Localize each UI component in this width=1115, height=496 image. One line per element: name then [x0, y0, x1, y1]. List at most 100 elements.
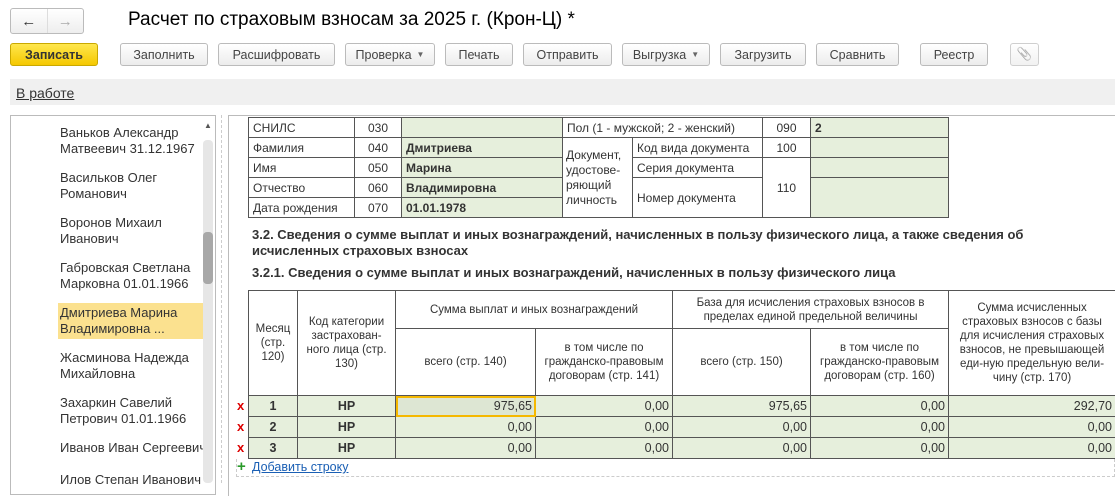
snils-code: 030 — [355, 118, 402, 138]
compare-button[interactable]: Сравнить — [816, 43, 899, 66]
base-group-header: База для исчисления страховых взносов в … — [673, 291, 949, 329]
base-total-cell[interactable]: 0,00 — [673, 438, 811, 459]
employee-list-item[interactable]: Илов Степан Иванович — [58, 470, 208, 490]
employee-name-line2: Петрович 01.01.1966 — [60, 411, 206, 427]
name-field[interactable]: Марина — [402, 158, 563, 178]
birthdate-field[interactable]: 01.01.1978 — [402, 198, 563, 218]
print-button[interactable]: Печать — [445, 43, 513, 66]
patronymic-label: Отчество — [249, 178, 355, 198]
navigation-buttons: ← → — [10, 8, 84, 34]
doc-number-field[interactable] — [811, 178, 949, 218]
delete-row-icon[interactable]: x — [237, 419, 244, 434]
doc-type-field[interactable] — [811, 138, 949, 158]
scrollbar-thumb[interactable] — [203, 232, 213, 284]
employee-name-line2: Матвеевич 31.12.1967 — [60, 141, 206, 157]
sum-gpd-cell[interactable]: 0,00 — [536, 396, 673, 417]
employee-list-item[interactable]: Захаркин СавелийПетрович 01.01.1966 — [58, 393, 208, 429]
export-dropdown-button[interactable]: Выгрузка▼ — [622, 43, 710, 66]
employee-name-line2: Романович — [60, 186, 206, 202]
employee-list-item[interactable]: Васильков ОлегРоманович — [58, 168, 208, 204]
table-row: 2НР0,000,000,000,000,00 — [249, 417, 1115, 438]
employee-list-item[interactable]: Ваньков АлександрМатвеевич 31.12.1967 — [58, 123, 208, 159]
forward-arrow-icon[interactable]: → — [47, 9, 84, 33]
doc-type-label: Код вида документа — [633, 138, 763, 158]
employee-list-item[interactable]: Габровская СветланаМарковна 01.01.1966 — [58, 258, 208, 294]
doc-number-label: Номер документа — [633, 178, 763, 218]
back-arrow-icon[interactable]: ← — [11, 9, 47, 33]
doc-series-field[interactable] — [811, 158, 949, 178]
snils-label: СНИЛС — [249, 118, 355, 138]
surname-label: Фамилия — [249, 138, 355, 158]
employee-list-item[interactable]: Воронов МихаилИванович — [58, 213, 208, 249]
chevron-down-icon: ▼ — [691, 50, 699, 59]
add-row-link[interactable]: Добавить строку — [252, 460, 348, 474]
category-cell[interactable]: НР — [298, 396, 396, 417]
contrib-cell[interactable]: 0,00 — [949, 417, 1115, 438]
employee-name-line2: Марковна 01.01.1966 — [60, 276, 206, 292]
birthdate-label: Дата рождения — [249, 198, 355, 218]
sum-gpd-cell[interactable]: 0,00 — [536, 438, 673, 459]
base-gpd-cell[interactable]: 0,00 — [811, 417, 949, 438]
attach-button[interactable]: 📎 — [1010, 43, 1039, 66]
panel-splitter[interactable] — [221, 115, 222, 483]
gender-field[interactable]: 2 — [811, 118, 949, 138]
snils-field[interactable] — [402, 118, 563, 138]
check-dropdown-button[interactable]: Проверка ▼ — [345, 43, 435, 66]
patronymic-field[interactable]: Владимировна — [402, 178, 563, 198]
employee-list-item[interactable]: Дмитриева МаринаВладимировна ... — [58, 303, 208, 339]
doc-series-number-code: 110 — [763, 158, 811, 218]
gender-label: Пол (1 - мужской; 2 - женский) — [563, 118, 763, 138]
scroll-up-icon[interactable]: ▲ — [204, 121, 212, 130]
employee-name-line1: Иванов Иван Сергеевич — [60, 440, 206, 456]
surname-code: 040 — [355, 138, 402, 158]
base-gpd-cell[interactable]: 0,00 — [811, 396, 949, 417]
registry-button[interactable]: Реестр — [920, 43, 988, 66]
employee-name-line1: Захаркин Савелий — [60, 395, 206, 411]
status-link[interactable]: В работе — [16, 85, 74, 101]
contrib-header: Сумма исчисленных страховых взносов с ба… — [949, 291, 1115, 396]
employee-name-line1: Жасминова Надежда — [60, 350, 206, 366]
base-total-cell[interactable]: 0,00 — [673, 417, 811, 438]
scrollbar[interactable] — [203, 140, 213, 483]
contrib-cell[interactable]: 292,70 — [949, 396, 1115, 417]
import-button[interactable]: Загрузить — [720, 43, 806, 66]
employee-name-line1: Илов Степан Иванович — [60, 472, 206, 488]
sum-total-cell[interactable]: 0,00 — [396, 417, 536, 438]
delete-row-icon[interactable]: x — [237, 440, 244, 455]
month-cell[interactable]: 1 — [249, 396, 298, 417]
sum-gpd-cell[interactable]: 0,00 — [536, 417, 673, 438]
category-header: Код категории застрахован-ного лица (стр… — [298, 291, 396, 396]
sum-total-cell[interactable]: 0,00 — [396, 438, 536, 459]
category-cell[interactable]: НР — [298, 438, 396, 459]
save-button[interactable]: Записать — [10, 43, 98, 66]
employee-name-line1: Дмитриева Марина — [60, 305, 206, 321]
base-gpd-header: в том числе по гражданско-правовым догов… — [811, 329, 949, 396]
chevron-down-icon: ▼ — [417, 50, 425, 59]
base-total-cell[interactable]: 975,65 — [673, 396, 811, 417]
delete-row-icon[interactable]: x — [237, 398, 244, 413]
contrib-cell[interactable]: 0,00 — [949, 438, 1115, 459]
employee-name-line2: Иванович — [60, 231, 206, 247]
fill-button[interactable]: Заполнить — [120, 43, 208, 66]
send-button[interactable]: Отправить — [523, 43, 612, 66]
employee-name-line2: Владимировна ... — [60, 321, 206, 337]
decode-button[interactable]: Расшифровать — [218, 43, 335, 66]
month-cell[interactable]: 2 — [249, 417, 298, 438]
sum-total-cell[interactable]: 975,65 — [396, 396, 536, 417]
month-cell[interactable]: 3 — [249, 438, 298, 459]
window-title: Расчет по страховым взносам за 2025 г. (… — [128, 9, 575, 31]
employee-list-item[interactable]: Иванов Иван Сергеевич — [58, 438, 208, 458]
section-3-2-1-heading: 3.2.1. Сведения о сумме выплат и иных во… — [252, 265, 895, 280]
add-row-area — [236, 459, 1115, 477]
gender-code: 090 — [763, 118, 811, 138]
sum-total-header: всего (стр. 140) — [396, 329, 536, 396]
employee-list: Ваньков АлександрМатвеевич 31.12.1967 Вас… — [10, 115, 216, 495]
surname-field[interactable]: Дмитриева — [402, 138, 563, 158]
employee-list-item[interactable]: Жасминова НадеждаМихайловна — [58, 348, 208, 384]
base-gpd-cell[interactable]: 0,00 — [811, 438, 949, 459]
category-cell[interactable]: НР — [298, 417, 396, 438]
doc-type-code: 100 — [763, 138, 811, 158]
check-label: Проверка — [356, 48, 412, 62]
patronymic-code: 060 — [355, 178, 402, 198]
doc-series-label: Серия документа — [633, 158, 763, 178]
